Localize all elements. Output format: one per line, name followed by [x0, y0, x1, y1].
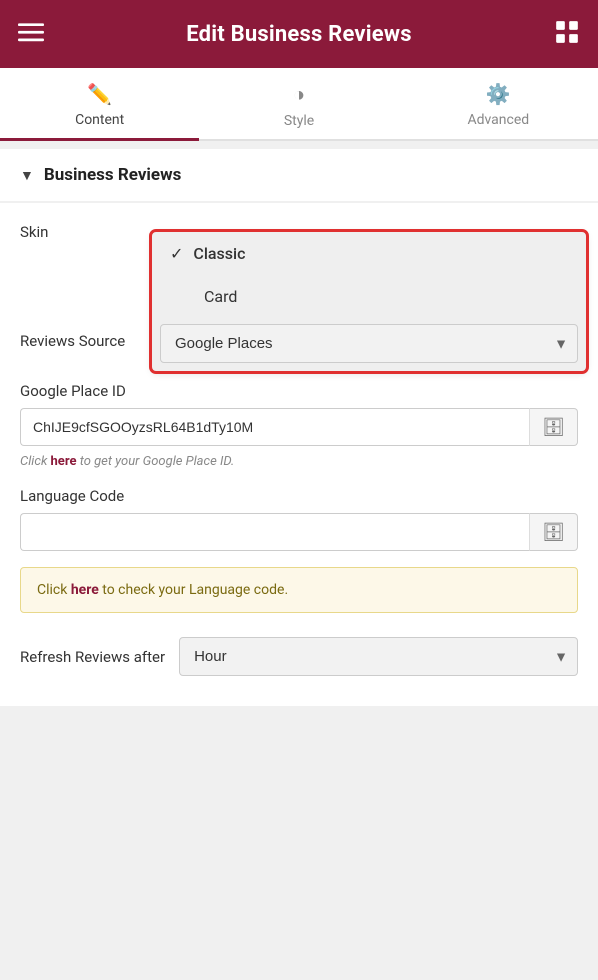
google-place-id-label: Google Place ID [20, 382, 578, 400]
chevron-down-icon[interactable]: ▼ [20, 167, 34, 184]
helper-suffix: to get your Google Place ID. [77, 454, 235, 469]
refresh-label: Refresh Reviews after [20, 648, 165, 666]
gear-icon: ⚙️ [486, 82, 511, 106]
reviews-source-label: Reviews Source [20, 332, 160, 350]
skin-dropdown-open[interactable]: ✓ Classic Card Google Places Yelp ▼ [152, 232, 586, 371]
helper-prefix: Click [20, 454, 51, 469]
database-icon-2: 🗄 [542, 522, 565, 543]
google-place-id-db-icon-button[interactable]: 🗄 [529, 408, 578, 446]
skin-option-classic[interactable]: ✓ Classic [152, 232, 586, 275]
skin-option-classic-label: Classic [193, 244, 245, 263]
pencil-icon: ✏️ [87, 82, 112, 106]
page-title: Edit Business Reviews [186, 22, 411, 47]
notice-prefix: Click [37, 582, 71, 598]
tab-advanced[interactable]: ⚙️ Advanced [399, 68, 598, 139]
tab-advanced-label: Advanced [467, 112, 529, 128]
google-place-id-link[interactable]: here [51, 454, 77, 469]
hamburger-icon[interactable] [18, 19, 44, 49]
circle-half-icon: ◑ [293, 82, 305, 107]
database-icon: 🗄 [542, 417, 565, 438]
language-code-link[interactable]: here [71, 582, 99, 598]
tab-style-label: Style [284, 113, 314, 129]
tab-bar: ✏️ Content ◑ Style ⚙️ Advanced [0, 68, 598, 141]
google-place-id-section: Google Place ID 🗄 Click here to get your… [20, 382, 578, 469]
section-title: Business Reviews [44, 165, 181, 185]
refresh-row: Refresh Reviews after Hour Day Week Mont… [20, 637, 578, 676]
tab-content[interactable]: ✏️ Content [0, 68, 199, 139]
tab-content-label: Content [75, 112, 124, 128]
language-code-db-icon-button[interactable]: 🗄 [529, 513, 578, 551]
language-code-input[interactable] [20, 513, 529, 551]
skin-row: Skin ✓ Classic Card Google Places Yelp [20, 223, 578, 241]
language-code-label: Language Code [20, 487, 578, 505]
checkmark-icon: ✓ [170, 244, 183, 263]
reviews-source-select[interactable]: Google Places Yelp [160, 324, 578, 363]
language-code-section: Language Code 🗄 [20, 487, 578, 551]
google-place-id-input-row: 🗄 [20, 408, 578, 446]
skin-option-card[interactable]: Card [152, 275, 586, 318]
section-header: ▼ Business Reviews [0, 149, 598, 201]
language-code-notice: Click here to check your Language code. [20, 567, 578, 613]
app-header: Edit Business Reviews [0, 0, 598, 68]
form-area: Skin ✓ Classic Card Google Places Yelp [0, 203, 598, 706]
skin-label: Skin [20, 223, 160, 241]
skin-option-card-label: Card [204, 287, 237, 306]
notice-suffix: to check your Language code. [99, 582, 288, 598]
grid-icon[interactable] [554, 19, 580, 49]
refresh-select-wrapper: Hour Day Week Month ▼ [179, 637, 578, 676]
language-code-input-row: 🗄 [20, 513, 578, 551]
refresh-select[interactable]: Hour Day Week Month [179, 637, 578, 676]
reviews-source-select-wrapper: Google Places Yelp ▼ [160, 324, 578, 363]
google-place-id-input[interactable] [20, 408, 529, 446]
tab-style[interactable]: ◑ Style [199, 68, 398, 139]
google-place-id-helper: Click here to get your Google Place ID. [20, 454, 578, 469]
